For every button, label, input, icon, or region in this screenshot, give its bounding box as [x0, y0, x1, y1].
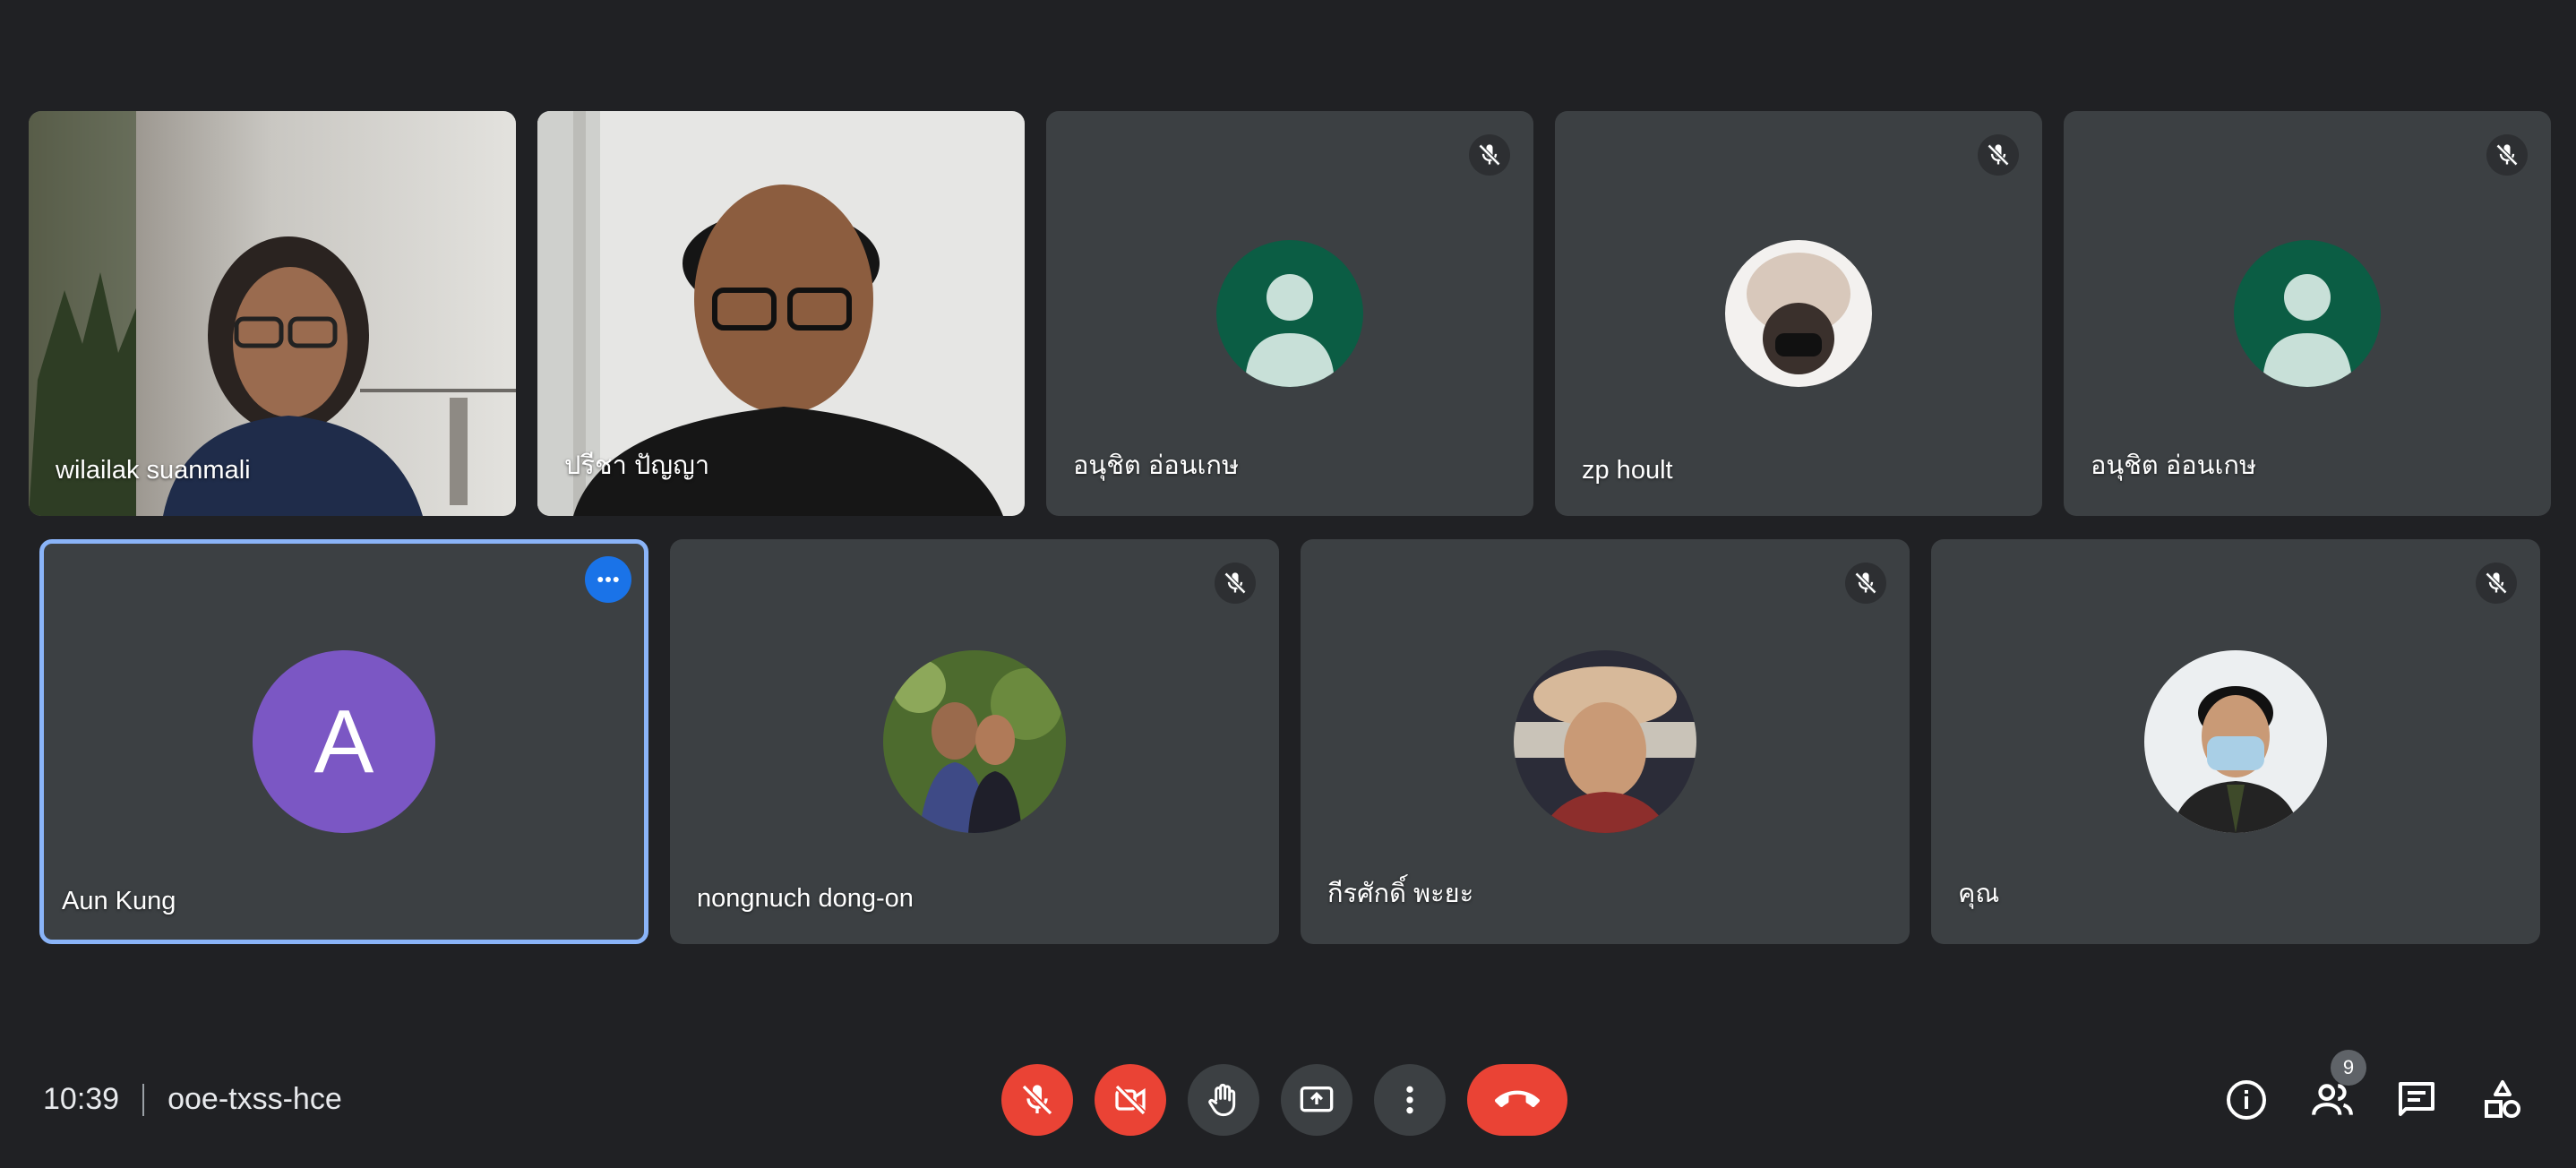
more-vert-icon: [1406, 1086, 1413, 1114]
call-end-icon: [1495, 1090, 1540, 1108]
videocam-off-icon: [1114, 1084, 1146, 1116]
avatar: [1725, 240, 1872, 387]
avatar: A: [253, 650, 435, 833]
participant-name: ปรีชา ปัญญา: [564, 451, 710, 480]
hand-icon: [1208, 1083, 1236, 1117]
participant-tile-5[interactable]: อนุชิต อ่อนเกษ: [2064, 111, 2551, 516]
activities-icon: [2485, 1080, 2520, 1118]
chat-button[interactable]: [2390, 1073, 2443, 1127]
leave-call-button[interactable]: [1467, 1064, 1567, 1136]
meeting-code: ooe-txss-hce: [167, 1082, 342, 1116]
participant-name: zp hoult: [1582, 456, 1673, 485]
avatar: [2144, 650, 2327, 833]
participant-name: wilailak suanmali: [56, 456, 251, 485]
mic-off-icon: [2476, 563, 2517, 604]
participant-name: nongnuch dong-on: [697, 884, 914, 913]
participant-name: คุณ: [1958, 880, 2000, 908]
participant-tile-3[interactable]: อนุชิต อ่อนเกษ: [1046, 111, 1533, 516]
meeting-time: 10:39: [43, 1082, 120, 1116]
mic-off-icon: [1021, 1084, 1053, 1116]
chat-icon: [2399, 1082, 2434, 1116]
participant-tile-2[interactable]: ปรีชา ปัญญา: [537, 111, 1025, 516]
present-screen-button[interactable]: [1281, 1064, 1352, 1136]
mic-off-icon: [1469, 134, 1510, 176]
mic-off-icon: [1978, 134, 2019, 176]
meeting-details-button[interactable]: [2220, 1073, 2273, 1127]
raise-hand-button[interactable]: [1188, 1064, 1259, 1136]
participant-tile-1[interactable]: wilailak suanmali: [29, 111, 516, 516]
avatar: [1514, 650, 1696, 833]
participant-tile-4[interactable]: zp hoult: [1555, 111, 2042, 516]
mic-off-icon: [1845, 563, 1886, 604]
avatar: [1216, 240, 1363, 387]
present-screen-icon: [1300, 1086, 1334, 1112]
mic-off-icon: [2486, 134, 2528, 176]
mic-off-icon: [1215, 563, 1256, 604]
participant-name: อนุชิต อ่อนเกษ: [2091, 451, 2257, 480]
participant-tile-9[interactable]: คุณ: [1931, 539, 2540, 944]
show-everyone-button[interactable]: 9: [2306, 1050, 2366, 1127]
participant-tile-8[interactable]: กีรศักดิ์ พะยะ: [1301, 539, 1910, 944]
mic-toggle-button[interactable]: [1001, 1064, 1073, 1136]
divider: [142, 1083, 145, 1116]
participant-count-badge: 9: [2331, 1050, 2366, 1086]
participant-name: Aun Kung: [62, 887, 176, 915]
more-options-button[interactable]: [585, 556, 631, 603]
more-options-button[interactable]: [1374, 1064, 1446, 1136]
participant-tile-7[interactable]: nongnuch dong-on: [670, 539, 1279, 944]
info-icon: [2227, 1080, 2266, 1120]
participant-name: กีรศักดิ์ พะยะ: [1327, 880, 1474, 908]
avatar: [883, 650, 1066, 833]
camera-toggle-button[interactable]: [1095, 1064, 1166, 1136]
participant-name: อนุชิต อ่อนเกษ: [1073, 451, 1240, 480]
participant-tile-6[interactable]: A Aun Kung: [39, 539, 648, 944]
avatar: [2234, 240, 2381, 387]
meeting-info: 10:39 ooe-txss-hce: [43, 1082, 342, 1117]
activities-button[interactable]: [2476, 1073, 2529, 1127]
